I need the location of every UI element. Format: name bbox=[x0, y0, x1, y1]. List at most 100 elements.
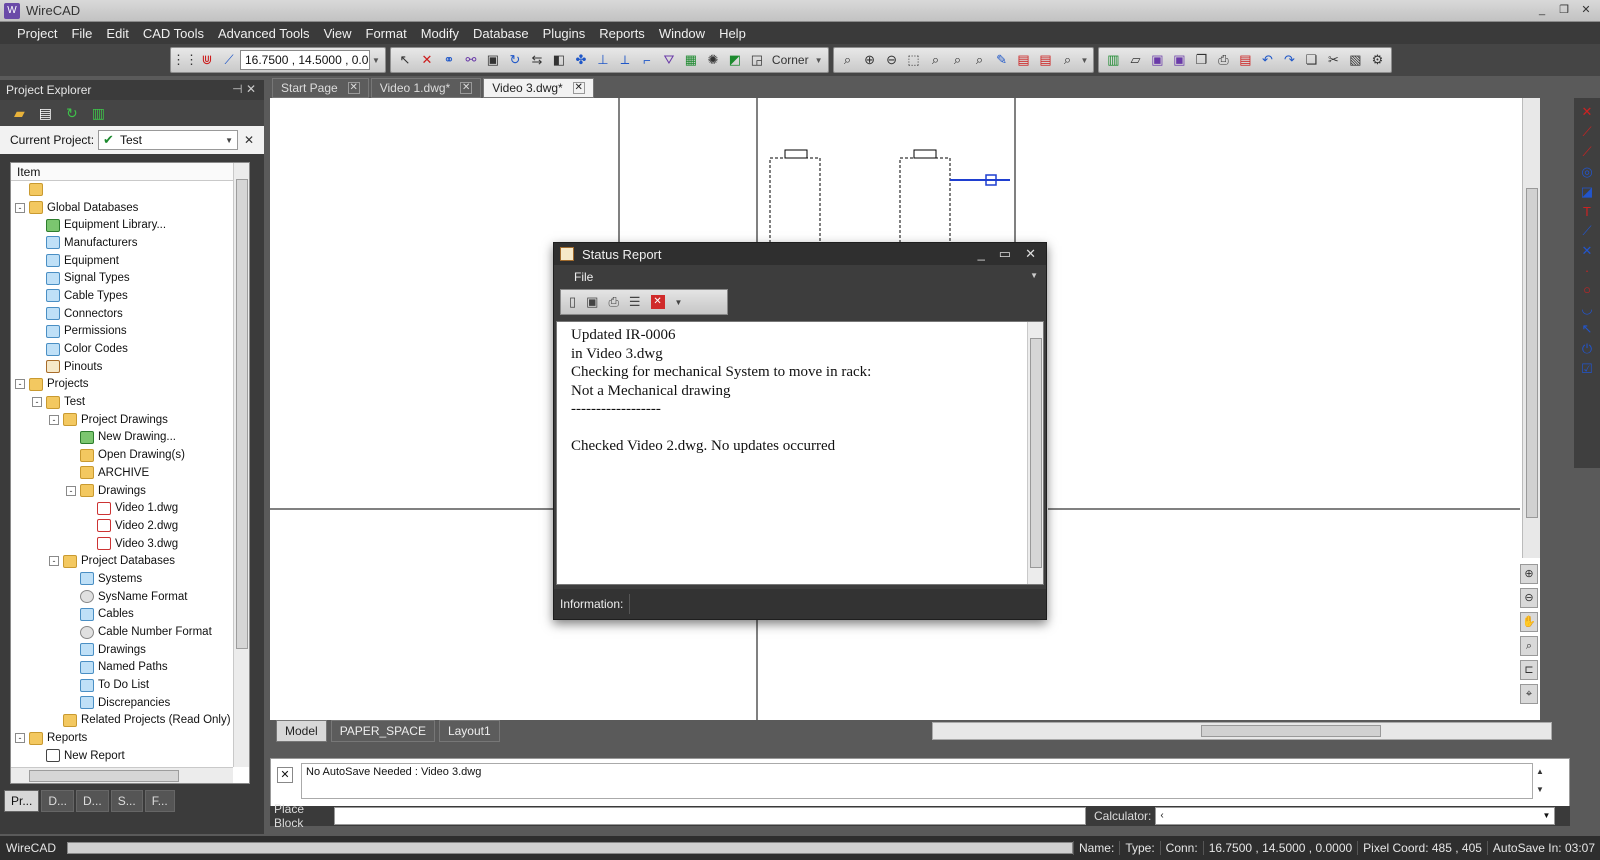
tree-item[interactable]: - Projects bbox=[11, 376, 233, 394]
zoom-extents-icon[interactable]: ⌖ bbox=[1520, 684, 1538, 704]
command-input[interactable] bbox=[334, 807, 1086, 825]
power-icon[interactable]: ⏻ bbox=[1582, 341, 1592, 357]
menu-file[interactable]: File bbox=[64, 26, 99, 41]
menu-modify[interactable]: Modify bbox=[414, 26, 466, 41]
menu-database[interactable]: Database bbox=[466, 26, 536, 41]
close-icon[interactable]: ✕ bbox=[277, 767, 293, 783]
chevron-down-icon[interactable]: ▼ bbox=[1079, 56, 1091, 65]
calculator-input[interactable]: ‹ ▼ bbox=[1155, 807, 1556, 825]
tree-item[interactable]: Equipment bbox=[11, 252, 233, 270]
tree-item[interactable]: ARCHIVE bbox=[11, 464, 233, 482]
dimension-tool-icon[interactable]: ⟋ bbox=[1582, 223, 1591, 239]
close-icon[interactable]: ✕ bbox=[244, 133, 254, 147]
collapse-toggle-icon[interactable]: - bbox=[15, 733, 25, 744]
database-icon[interactable]: ▥ bbox=[92, 105, 105, 122]
tab-paper-space[interactable]: PAPER_SPACE bbox=[330, 720, 435, 742]
tree-item[interactable]: Equipment Library... bbox=[11, 216, 233, 234]
save-all-icon[interactable]: ▣ bbox=[1168, 49, 1190, 71]
open-folder-icon[interactable]: ▰ bbox=[14, 105, 25, 122]
zoom-previous-icon[interactable]: ⌕ bbox=[925, 49, 947, 71]
tree-item[interactable]: Open Drawing(s) bbox=[11, 446, 233, 464]
shapes-tool-icon[interactable]: ◪ bbox=[1581, 184, 1593, 200]
collapse-toggle-icon[interactable]: - bbox=[32, 397, 42, 408]
equipment-block-2[interactable] bbox=[899, 149, 1010, 244]
menu-project[interactable]: Project bbox=[10, 26, 64, 41]
zoom-in-icon[interactable]: ⊕ bbox=[1520, 564, 1538, 584]
tree-item[interactable]: Video 2.dwg bbox=[11, 517, 233, 535]
tab-systems[interactable]: S... bbox=[110, 790, 143, 812]
tab-drawings[interactable]: D... bbox=[41, 790, 75, 812]
close-button[interactable]: ✕ bbox=[1576, 2, 1596, 18]
polyline-tool-icon[interactable]: ⟋ bbox=[1582, 144, 1591, 160]
chevron-down-icon[interactable]: ▼ bbox=[813, 56, 825, 65]
tree-item[interactable]: Cables bbox=[11, 606, 233, 624]
new-icon[interactable]: ▯ bbox=[569, 294, 576, 310]
layer-icon[interactable]: ◩ bbox=[724, 49, 746, 71]
grid-icon[interactable]: ⋮⋮ bbox=[172, 49, 198, 71]
current-project-select[interactable]: ✔ Test ▼ bbox=[98, 130, 239, 150]
collapse-toggle-icon[interactable]: - bbox=[66, 485, 76, 496]
redo-icon[interactable]: ↷ bbox=[1278, 49, 1300, 71]
zoom-out-icon[interactable]: ⊖ bbox=[1520, 588, 1538, 608]
menu-format[interactable]: Format bbox=[359, 26, 414, 41]
zoom-window-icon[interactable]: ⌕ bbox=[1520, 636, 1538, 656]
tab-layout1[interactable]: Layout1 bbox=[438, 720, 500, 742]
tree-horizontal-scrollbar[interactable] bbox=[11, 767, 233, 783]
paste-icon[interactable]: ▧ bbox=[1344, 49, 1366, 71]
ellipse-tool-icon[interactable]: ○ bbox=[1583, 282, 1591, 297]
maximize-button[interactable]: ❐ bbox=[1554, 2, 1574, 18]
line-tool-icon[interactable]: ⟋ bbox=[1582, 124, 1591, 140]
settings-icon[interactable]: ⚙ bbox=[1366, 49, 1388, 71]
scroll-thumb[interactable] bbox=[1201, 725, 1381, 737]
close-icon[interactable]: ✕ bbox=[572, 82, 585, 94]
ortho-icon[interactable]: ⟋ bbox=[218, 49, 240, 71]
scale-icon[interactable]: ◧ bbox=[548, 49, 570, 71]
tree-item[interactable]: - Test bbox=[11, 393, 233, 411]
command-scroll[interactable]: ▲ ▼ bbox=[1533, 763, 1547, 799]
menu-plugins[interactable]: Plugins bbox=[536, 26, 593, 41]
tab-database[interactable]: D... bbox=[76, 790, 109, 812]
tree-item[interactable]: Pinouts bbox=[11, 358, 233, 376]
scroll-thumb[interactable] bbox=[236, 179, 248, 649]
collapse-toggle-icon[interactable]: - bbox=[49, 414, 59, 425]
tree-item[interactable]: Signal Types bbox=[11, 269, 233, 287]
save-icon[interactable]: ▣ bbox=[1146, 49, 1168, 71]
refresh-icon[interactable]: ↻ bbox=[66, 105, 78, 122]
array-icon[interactable]: ▦ bbox=[680, 49, 702, 71]
properties-icon[interactable]: ▤ bbox=[1035, 49, 1057, 71]
new-icon[interactable]: ▥ bbox=[1102, 49, 1124, 71]
tab-files[interactable]: F... bbox=[144, 790, 175, 812]
report-scrollbar[interactable] bbox=[1027, 322, 1043, 584]
tree-item[interactable]: Video 1.dwg bbox=[11, 499, 233, 517]
zoom-out-icon[interactable]: ⊖ bbox=[881, 49, 903, 71]
cut-icon[interactable]: ✂ bbox=[1322, 49, 1344, 71]
tab-model[interactable]: Model bbox=[276, 720, 327, 742]
collapse-toggle-icon[interactable]: - bbox=[15, 202, 25, 213]
tree-item[interactable]: Systems bbox=[11, 570, 233, 588]
scroll-thumb[interactable] bbox=[29, 770, 179, 782]
tab-video-1[interactable]: Video 1.dwg* ✕ bbox=[370, 78, 482, 98]
clear-icon[interactable]: ✕ bbox=[650, 295, 665, 309]
snap-magnet-icon[interactable]: ⋓ bbox=[196, 49, 218, 71]
fillet-icon[interactable]: ⌐ bbox=[636, 49, 658, 71]
canvas-horizontal-scrollbar[interactable] bbox=[932, 722, 1552, 740]
gear-icon[interactable]: ✺ bbox=[702, 49, 724, 71]
tree-item[interactable]: Connectors bbox=[11, 305, 233, 323]
save-icon[interactable]: ▣ bbox=[586, 294, 598, 310]
mirror-icon[interactable]: ⇆ bbox=[526, 49, 548, 71]
connect-icon[interactable]: ⚭ bbox=[438, 49, 460, 71]
print-preview-icon[interactable]: ▤ bbox=[1013, 49, 1035, 71]
tab-project[interactable]: Pr... bbox=[4, 790, 40, 812]
tree-item[interactable]: Color Codes bbox=[11, 340, 233, 358]
tree-item[interactable]: To Do List bbox=[11, 676, 233, 694]
tree-item[interactable]: Discrepancies bbox=[11, 694, 233, 712]
report-text-area[interactable]: Updated IR-0006 in Video 3.dwg Checking … bbox=[556, 321, 1044, 585]
snap-mode-select[interactable]: Corner bbox=[768, 53, 813, 67]
scroll-thumb[interactable] bbox=[1030, 338, 1042, 568]
checklist-icon[interactable]: ☑ bbox=[1581, 361, 1593, 377]
close-icon[interactable]: ✕ bbox=[347, 82, 360, 94]
duplicate-icon[interactable]: ❏ bbox=[1300, 49, 1322, 71]
link-icon[interactable]: ⚯ bbox=[460, 49, 482, 71]
chevron-down-icon[interactable]: ▼ bbox=[1542, 808, 1550, 824]
hatch-icon[interactable]: ⛛ bbox=[658, 49, 680, 71]
